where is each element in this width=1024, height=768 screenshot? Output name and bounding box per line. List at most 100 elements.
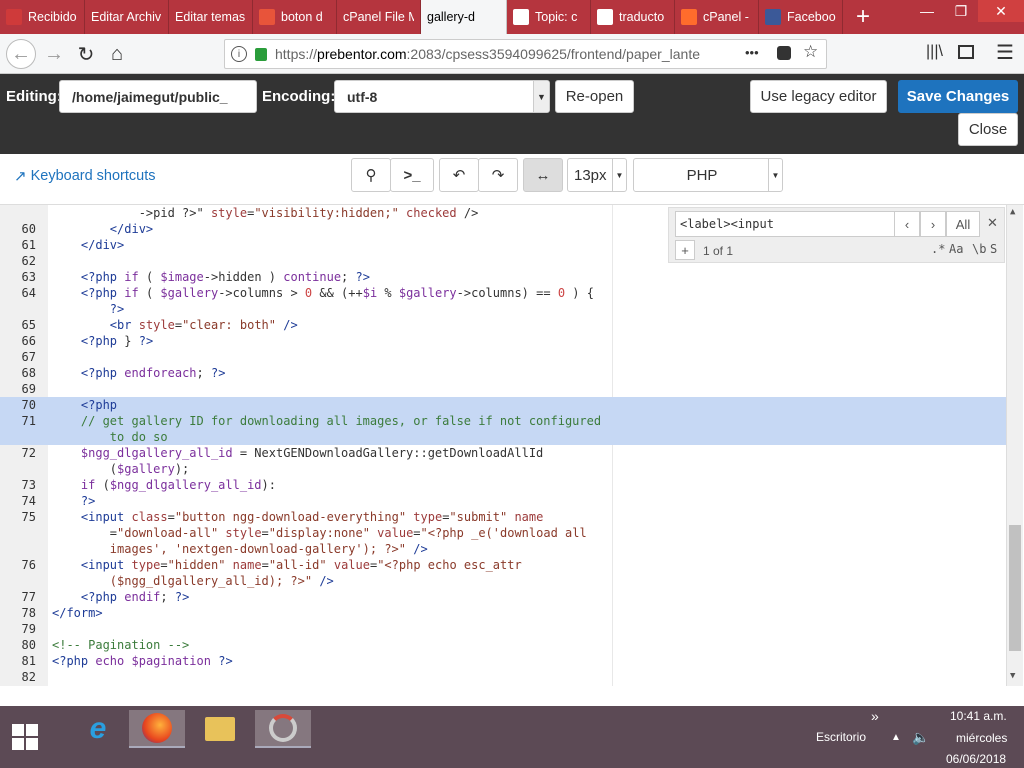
- browser-tab[interactable]: Topic: c: [507, 0, 591, 34]
- tray-chevron[interactable]: »: [871, 708, 879, 724]
- menu-icon[interactable]: ☰: [996, 40, 1014, 65]
- browser-tab[interactable]: Editar Archiv: [85, 0, 169, 34]
- code-line: 77 <?php endif; ?>: [0, 589, 1006, 605]
- clock-date: 06/06/2018: [946, 752, 1007, 766]
- line-number: 72: [21, 446, 36, 460]
- window-controls: — ❐ ✕: [910, 0, 1024, 34]
- code-text: ($gallery);: [52, 462, 190, 476]
- home-icon: ⌂: [110, 42, 124, 65]
- wrap-toggle-button[interactable]: ↔: [523, 158, 563, 192]
- minimize-button[interactable]: —: [910, 0, 944, 22]
- taskbar-firefox[interactable]: [129, 710, 185, 748]
- save-changes-button[interactable]: Save Changes: [898, 80, 1018, 113]
- info-icon[interactable]: i: [231, 46, 247, 62]
- clock-day: miércoles: [956, 731, 1008, 745]
- cpanel-icon: [681, 9, 697, 25]
- code-text: <input type="hidden" name="all-id" value…: [80, 558, 522, 572]
- code-line: 74 ?>: [0, 493, 1006, 509]
- undo-button[interactable]: ↶: [439, 158, 479, 192]
- line-number: 80: [21, 638, 36, 652]
- clock-time[interactable]: 10:41 a.m.: [950, 709, 1007, 723]
- toggle-replace-button[interactable]: +: [675, 240, 695, 260]
- font-size-select[interactable]: 13px ▼: [567, 158, 627, 192]
- chevron-down-icon: ▼: [768, 159, 782, 191]
- scroll-down-icon[interactable]: ▼: [1010, 671, 1015, 681]
- bookmark-star-icon[interactable]: ☆: [803, 42, 818, 62]
- find-next-button[interactable]: ›: [920, 211, 946, 237]
- desktop-toolbar-label[interactable]: Escritorio: [816, 730, 866, 744]
- encoding-select[interactable]: utf-8 ▼: [334, 80, 550, 113]
- editor-toolbar: ↗ Keyboard shortcuts ⚲ >_ ↶ ↷ ↔ 13px ▼ P…: [0, 154, 1024, 204]
- browser-tab[interactable]: boton d: [253, 0, 337, 34]
- legacy-editor-button[interactable]: Use legacy editor: [750, 80, 887, 113]
- windows-start-button[interactable]: [12, 724, 38, 750]
- tab-label: Editar Archiv: [91, 10, 162, 24]
- taskbar-app[interactable]: [255, 710, 311, 748]
- line-number: 67: [21, 350, 36, 364]
- maximize-button[interactable]: ❐: [944, 0, 978, 22]
- code-line: 79: [0, 621, 1006, 637]
- browser-tab[interactable]: gallery-d: [421, 0, 507, 34]
- reload-button[interactable]: ↻: [72, 40, 100, 68]
- code-editor[interactable]: ->pid ?>" style="visibility:hidden;" che…: [0, 204, 1024, 686]
- mail-icon: [6, 9, 22, 25]
- page-actions-button[interactable]: •••: [745, 45, 759, 60]
- browser-tab[interactable]: Recibido: [0, 0, 85, 34]
- search-button[interactable]: ⚲: [351, 158, 391, 192]
- taskbar-internet-explorer[interactable]: e: [70, 710, 126, 748]
- scroll-up-icon[interactable]: ▲: [1010, 207, 1015, 217]
- line-number: 81: [21, 654, 36, 668]
- new-tab-button[interactable]: +: [843, 0, 883, 34]
- code-text: <input class="button ngg-download-everyt…: [80, 510, 544, 524]
- browser-tab[interactable]: Faceboo: [759, 0, 843, 34]
- line-number: 71: [21, 414, 36, 428]
- redo-icon: ↷: [491, 167, 505, 184]
- search-selection-option[interactable]: S: [990, 242, 997, 256]
- library-icon[interactable]: |||\: [926, 43, 943, 61]
- sidebar-icon[interactable]: [958, 45, 974, 59]
- tab-label: gallery-d: [427, 10, 475, 24]
- search-input[interactable]: <label><input: [675, 211, 897, 237]
- w-logo-icon: [259, 9, 275, 25]
- code-line: ="download-all" style="display:none" val…: [0, 525, 1006, 541]
- browser-tab[interactable]: Editar temas: [169, 0, 253, 34]
- url-bar[interactable]: i https://prebentor.com:2083/cpsess35940…: [224, 39, 827, 69]
- mode-select[interactable]: PHP ▼: [633, 158, 783, 192]
- case-sensitive-option[interactable]: Aa: [949, 242, 963, 256]
- close-window-button[interactable]: ✕: [978, 0, 1024, 22]
- chevron-down-icon: ▼: [533, 81, 549, 112]
- vertical-scrollbar[interactable]: ▲ ▼: [1006, 205, 1023, 686]
- code-line: images', 'nextgen-download-gallery'); ?>…: [0, 541, 1006, 557]
- keyboard-shortcuts-link[interactable]: ↗ Keyboard shortcuts: [14, 167, 156, 185]
- line-number: 64: [21, 286, 36, 300]
- search-icon: ⚲: [365, 167, 377, 184]
- close-button[interactable]: Close: [958, 113, 1018, 146]
- volume-icon[interactable]: 🔈: [912, 729, 929, 746]
- file-path-field[interactable]: /home/jaimegut/public_: [59, 80, 257, 113]
- find-previous-button[interactable]: ‹: [894, 211, 920, 237]
- browser-tab[interactable]: cPanel File M: [337, 0, 421, 34]
- back-button[interactable]: ←: [6, 39, 36, 69]
- line-number: 65: [21, 318, 36, 332]
- line-number: 79: [21, 622, 36, 636]
- redo-button[interactable]: ↷: [478, 158, 518, 192]
- show-hidden-icons-icon[interactable]: ▲: [891, 732, 901, 743]
- code-line: 63 <?php if ( $image->hidden ) continue;…: [0, 269, 1006, 285]
- reopen-button[interactable]: Re-open: [555, 80, 634, 113]
- code-text: <?php } ?>: [80, 334, 154, 348]
- goto-line-button[interactable]: >_: [390, 158, 434, 192]
- pocket-icon[interactable]: [777, 46, 791, 60]
- taskbar-file-explorer[interactable]: [192, 710, 248, 748]
- browser-tab[interactable]: traducto: [591, 0, 675, 34]
- browser-tab[interactable]: cPanel -: [675, 0, 759, 34]
- forward-button[interactable]: →: [40, 40, 68, 68]
- code-line: 69: [0, 381, 1006, 397]
- home-button[interactable]: ⌂: [103, 40, 131, 68]
- scrollbar-thumb[interactable]: [1009, 525, 1021, 651]
- regex-option[interactable]: .*: [931, 242, 945, 256]
- search-count: 1 of 1: [703, 244, 734, 258]
- tab-label: boton d: [281, 10, 323, 24]
- whole-word-option[interactable]: \b: [972, 242, 986, 256]
- find-all-button[interactable]: All: [946, 211, 980, 237]
- close-search-icon[interactable]: ✕: [987, 215, 998, 231]
